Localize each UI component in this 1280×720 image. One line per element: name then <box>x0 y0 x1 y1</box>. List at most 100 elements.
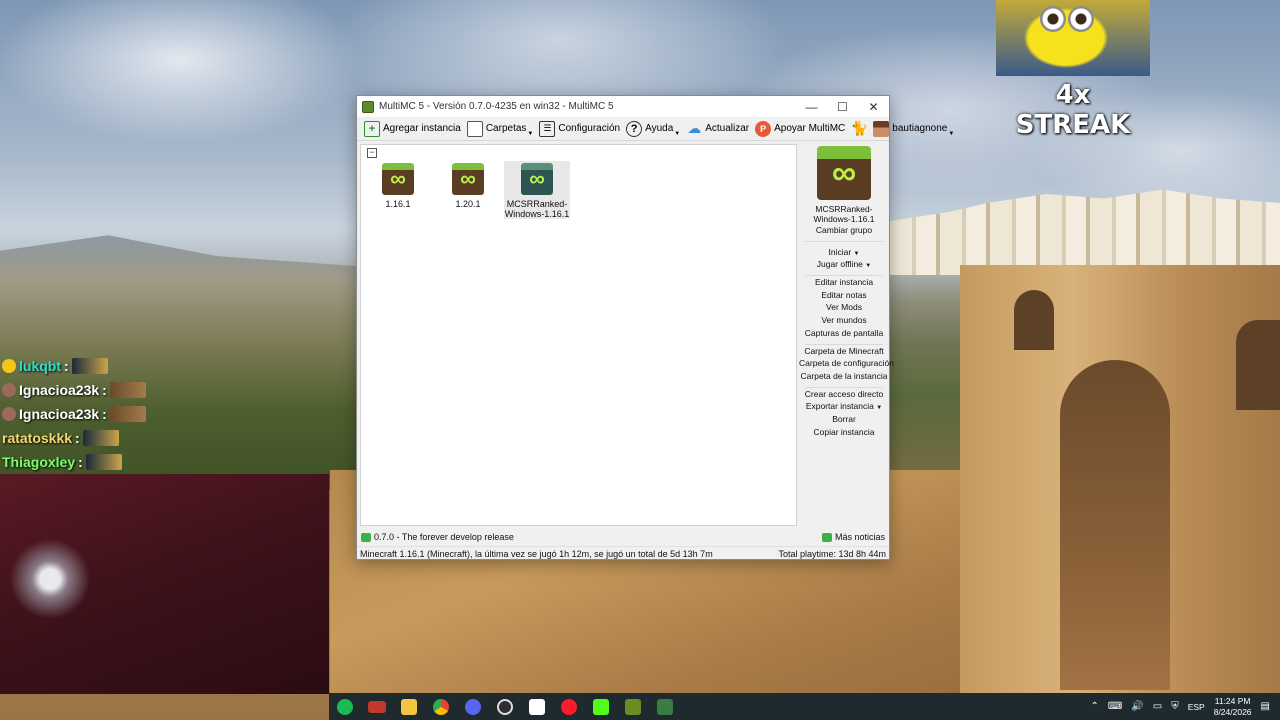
file-explorer-icon[interactable] <box>393 693 425 720</box>
cat-button[interactable]: 🐈 <box>848 118 870 140</box>
voicemeeter-icon[interactable] <box>361 693 393 720</box>
wallpaper-bridge-window <box>1014 290 1054 350</box>
kick-icon[interactable] <box>585 693 617 720</box>
multimc-icon[interactable] <box>617 693 649 720</box>
window-titlebar[interactable]: MultiMC 5 - Versión 0.7.0-4235 en win32 … <box>357 96 889 117</box>
opera-icon[interactable] <box>553 693 585 720</box>
wallpaper-bridge-arch <box>1060 360 1170 690</box>
clock[interactable]: 11:24 PM 8/24/2026 <box>1214 696 1252 718</box>
minecraft-folder-button[interactable]: Carpeta de Minecraft <box>799 345 889 358</box>
news-text[interactable]: 0.7.0 - The forever develop release <box>374 532 514 542</box>
selected-instance-name: MCSRRanked-Windows-1.16.1 <box>813 204 875 224</box>
chat-message: lukqbt : <box>2 354 182 378</box>
instance-grass-icon: ∞ <box>382 163 414 195</box>
config-folder-button[interactable]: Carpeta de configuración <box>799 357 894 370</box>
edit-instance-button[interactable]: Editar instancia <box>799 276 889 289</box>
network-icon[interactable]: ▭ <box>1153 701 1162 712</box>
help-icon: ? <box>626 120 643 137</box>
account-label: bautiagnone <box>892 123 948 134</box>
clock-date: 8/24/2026 <box>1213 706 1252 717</box>
windows-taskbar: ⌃ ⌨ 🔊 ▭ ⛨ ESP 11:24 PM 8/24/2026 ▤ <box>329 693 1280 720</box>
notification-icon[interactable]: ▤ <box>1261 701 1270 712</box>
export-instance-button[interactable]: Exportar instancia ▼ <box>799 400 889 413</box>
selected-instance-icon[interactable]: ∞ <box>817 146 871 200</box>
minimize-button[interactable]: — <box>796 96 827 117</box>
instance-list[interactable]: − ∞ 1.16.1 ∞ 1.20.1 ∞ MCSRRanked-Windows… <box>360 144 797 526</box>
instance-name: 1.16.1 <box>385 199 411 209</box>
launch-offline-button[interactable]: Jugar offline ▼ <box>799 258 889 271</box>
support-label: Apoyar MultiMC <box>774 123 846 134</box>
spotify-icon[interactable] <box>329 693 361 720</box>
edit-notes-button[interactable]: Editar notas <box>799 289 889 302</box>
dropdown-arrow-icon: ▼ <box>865 263 872 270</box>
account-button[interactable]: bautiagnone ▼ <box>870 118 957 140</box>
main-content: − ∞ 1.16.1 ∞ 1.20.1 ∞ MCSRRanked-Windows… <box>357 142 894 526</box>
minecraft-launcher-icon[interactable] <box>649 693 681 720</box>
view-worlds-button[interactable]: Ver mundos <box>799 314 889 327</box>
chrome-icon[interactable] <box>425 693 457 720</box>
language-indicator[interactable]: ESP <box>1188 702 1205 712</box>
instance-item-selected[interactable]: ∞ MCSRRanked-Windows-1.16.1 <box>504 161 570 219</box>
clock-time: 11:24 PM <box>1214 695 1251 706</box>
dropdown-arrow-icon: ▼ <box>674 130 681 137</box>
more-news-button[interactable]: Más noticias <box>835 532 885 542</box>
multimc-logo-icon <box>362 100 374 113</box>
emote-icon <box>71 358 108 374</box>
screenshots-button[interactable]: Capturas de pantalla <box>799 327 889 340</box>
update-button[interactable]: ☁ Actualizar <box>683 118 752 140</box>
folders-button[interactable]: Carpetas ▼ <box>464 118 537 140</box>
keyboard-icon[interactable]: ⌨ <box>1108 701 1122 712</box>
change-group-button[interactable]: Cambiar grupo <box>799 224 889 237</box>
help-button[interactable]: ? Ayuda ▼ <box>623 118 683 140</box>
chevron-up-icon[interactable]: ⌃ <box>1090 701 1098 712</box>
dropdown-arrow-icon: ▼ <box>876 405 883 412</box>
chat-message: Thiagoxley : <box>2 450 182 474</box>
add-instance-button[interactable]: + Agregar instancia <box>361 118 464 140</box>
chat-badge-icon <box>2 383 16 397</box>
delete-button[interactable]: Borrar <box>799 413 889 426</box>
add-instance-label: Agregar instancia <box>383 123 461 134</box>
dropdown-arrow-icon: ▼ <box>853 250 860 257</box>
emote-icon <box>109 382 146 398</box>
cloud-update-icon: ☁ <box>687 120 702 136</box>
copy-instance-button[interactable]: Copiar instancia <box>799 426 889 439</box>
chat-username: Thiagoxley <box>2 454 76 470</box>
account-avatar-icon <box>873 120 890 137</box>
total-playtime: Total playtime: 13d 8h 44m <box>778 548 886 559</box>
help-label: Ayuda <box>645 123 674 134</box>
minion-image <box>996 0 1150 76</box>
obs-icon[interactable] <box>489 693 521 720</box>
last-played-status: Minecraft 1.16.1 (Minecraft), la última … <box>360 548 713 559</box>
news-bubble-icon <box>361 532 371 542</box>
multimc-window: MultiMC 5 - Versión 0.7.0-4235 en win32 … <box>356 95 954 560</box>
chat-username: ratatoskkk <box>2 430 73 446</box>
chat-username: Ignacioa23k <box>19 382 100 398</box>
support-button[interactable]: P Apoyar MultiMC <box>752 118 848 140</box>
goggle-icon <box>1040 6 1066 32</box>
main-toolbar: + Agregar instancia Carpetas ▼ ☰ Configu… <box>357 117 954 141</box>
news-bar: 0.7.0 - The forever develop release Más … <box>357 529 889 545</box>
volume-icon[interactable]: 🔊 <box>1131 701 1143 712</box>
maximize-button[interactable]: ☐ <box>827 96 858 117</box>
discord-icon[interactable] <box>457 693 489 720</box>
instance-folder-button[interactable]: Carpeta de la instancia <box>799 370 889 383</box>
settings-button[interactable]: ☰ Configuración <box>536 118 623 140</box>
instance-name: MCSRRanked-Windows-1.16.1 <box>504 199 570 219</box>
launch-button[interactable]: Iniciar ▼ <box>799 246 889 259</box>
shield-icon[interactable]: ⛨ <box>1171 701 1179 712</box>
view-mods-button[interactable]: Ver Mods <box>799 301 889 314</box>
chat-username: Ignacioa23k <box>19 406 100 422</box>
tiktok-live-icon[interactable] <box>521 693 553 720</box>
streak-widget: 4x STREAK <box>996 0 1150 140</box>
patreon-icon: P <box>755 120 772 137</box>
chat-colon: : <box>102 382 107 398</box>
instance-item[interactable]: ∞ 1.20.1 <box>435 161 501 209</box>
chat-badge-icon <box>2 359 16 373</box>
chat-colon: : <box>78 454 83 470</box>
group-collapse-icon[interactable]: − <box>367 148 377 158</box>
emote-icon <box>85 454 122 470</box>
close-button[interactable]: ✕ <box>858 96 889 117</box>
folder-icon <box>466 120 483 137</box>
create-shortcut-button[interactable]: Crear acceso directo <box>799 388 889 401</box>
instance-item[interactable]: ∞ 1.16.1 <box>365 161 431 209</box>
